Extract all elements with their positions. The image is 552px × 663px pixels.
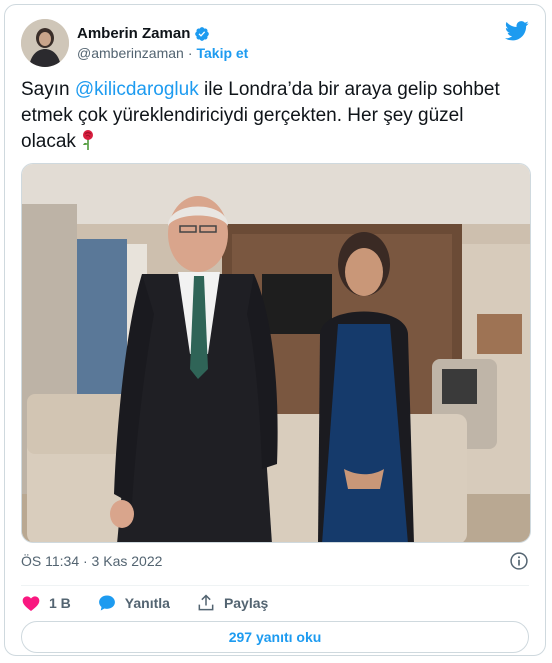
avatar[interactable]: [21, 19, 69, 67]
separator-dot: ·: [187, 45, 193, 61]
share-button[interactable]: Paylaş: [196, 593, 268, 613]
info-icon[interactable]: [509, 551, 529, 571]
twitter-logo-icon[interactable]: [505, 21, 529, 41]
tweet-text: Sayın @kilicdarogluk ile Londra’da bir a…: [21, 77, 521, 155]
heart-icon: [22, 596, 40, 611]
like-count: 1 B: [49, 595, 71, 611]
author-handle[interactable]: @amberinzaman: [77, 45, 184, 61]
like-button[interactable]: 1 B: [21, 593, 71, 613]
reply-bubble-icon: [98, 595, 115, 611]
follow-button[interactable]: Takip et: [196, 45, 248, 61]
reply-label: Yanıtla: [124, 595, 170, 611]
share-label: Paylaş: [223, 595, 269, 611]
tweet-card: Amberin Zaman @amberinzaman · Takip et S…: [4, 4, 546, 656]
tweet-photo[interactable]: [21, 163, 531, 543]
read-replies-button[interactable]: 297 yanıtı oku: [21, 621, 529, 653]
mention-link[interactable]: @kilicdarogluk: [75, 79, 199, 100]
reply-button[interactable]: Yanıtla: [97, 593, 170, 613]
tweet-timestamp[interactable]: ÖS 11:34 · 3 Kas 2022: [21, 553, 162, 569]
photo-illustration: [22, 164, 530, 542]
tweet-text-before: Sayın: [21, 79, 75, 100]
verified-badge-icon: [195, 26, 210, 41]
divider: [21, 585, 529, 586]
author-name[interactable]: Amberin Zaman: [77, 25, 190, 42]
share-icon: [198, 594, 214, 611]
rose-icon: [82, 130, 93, 150]
